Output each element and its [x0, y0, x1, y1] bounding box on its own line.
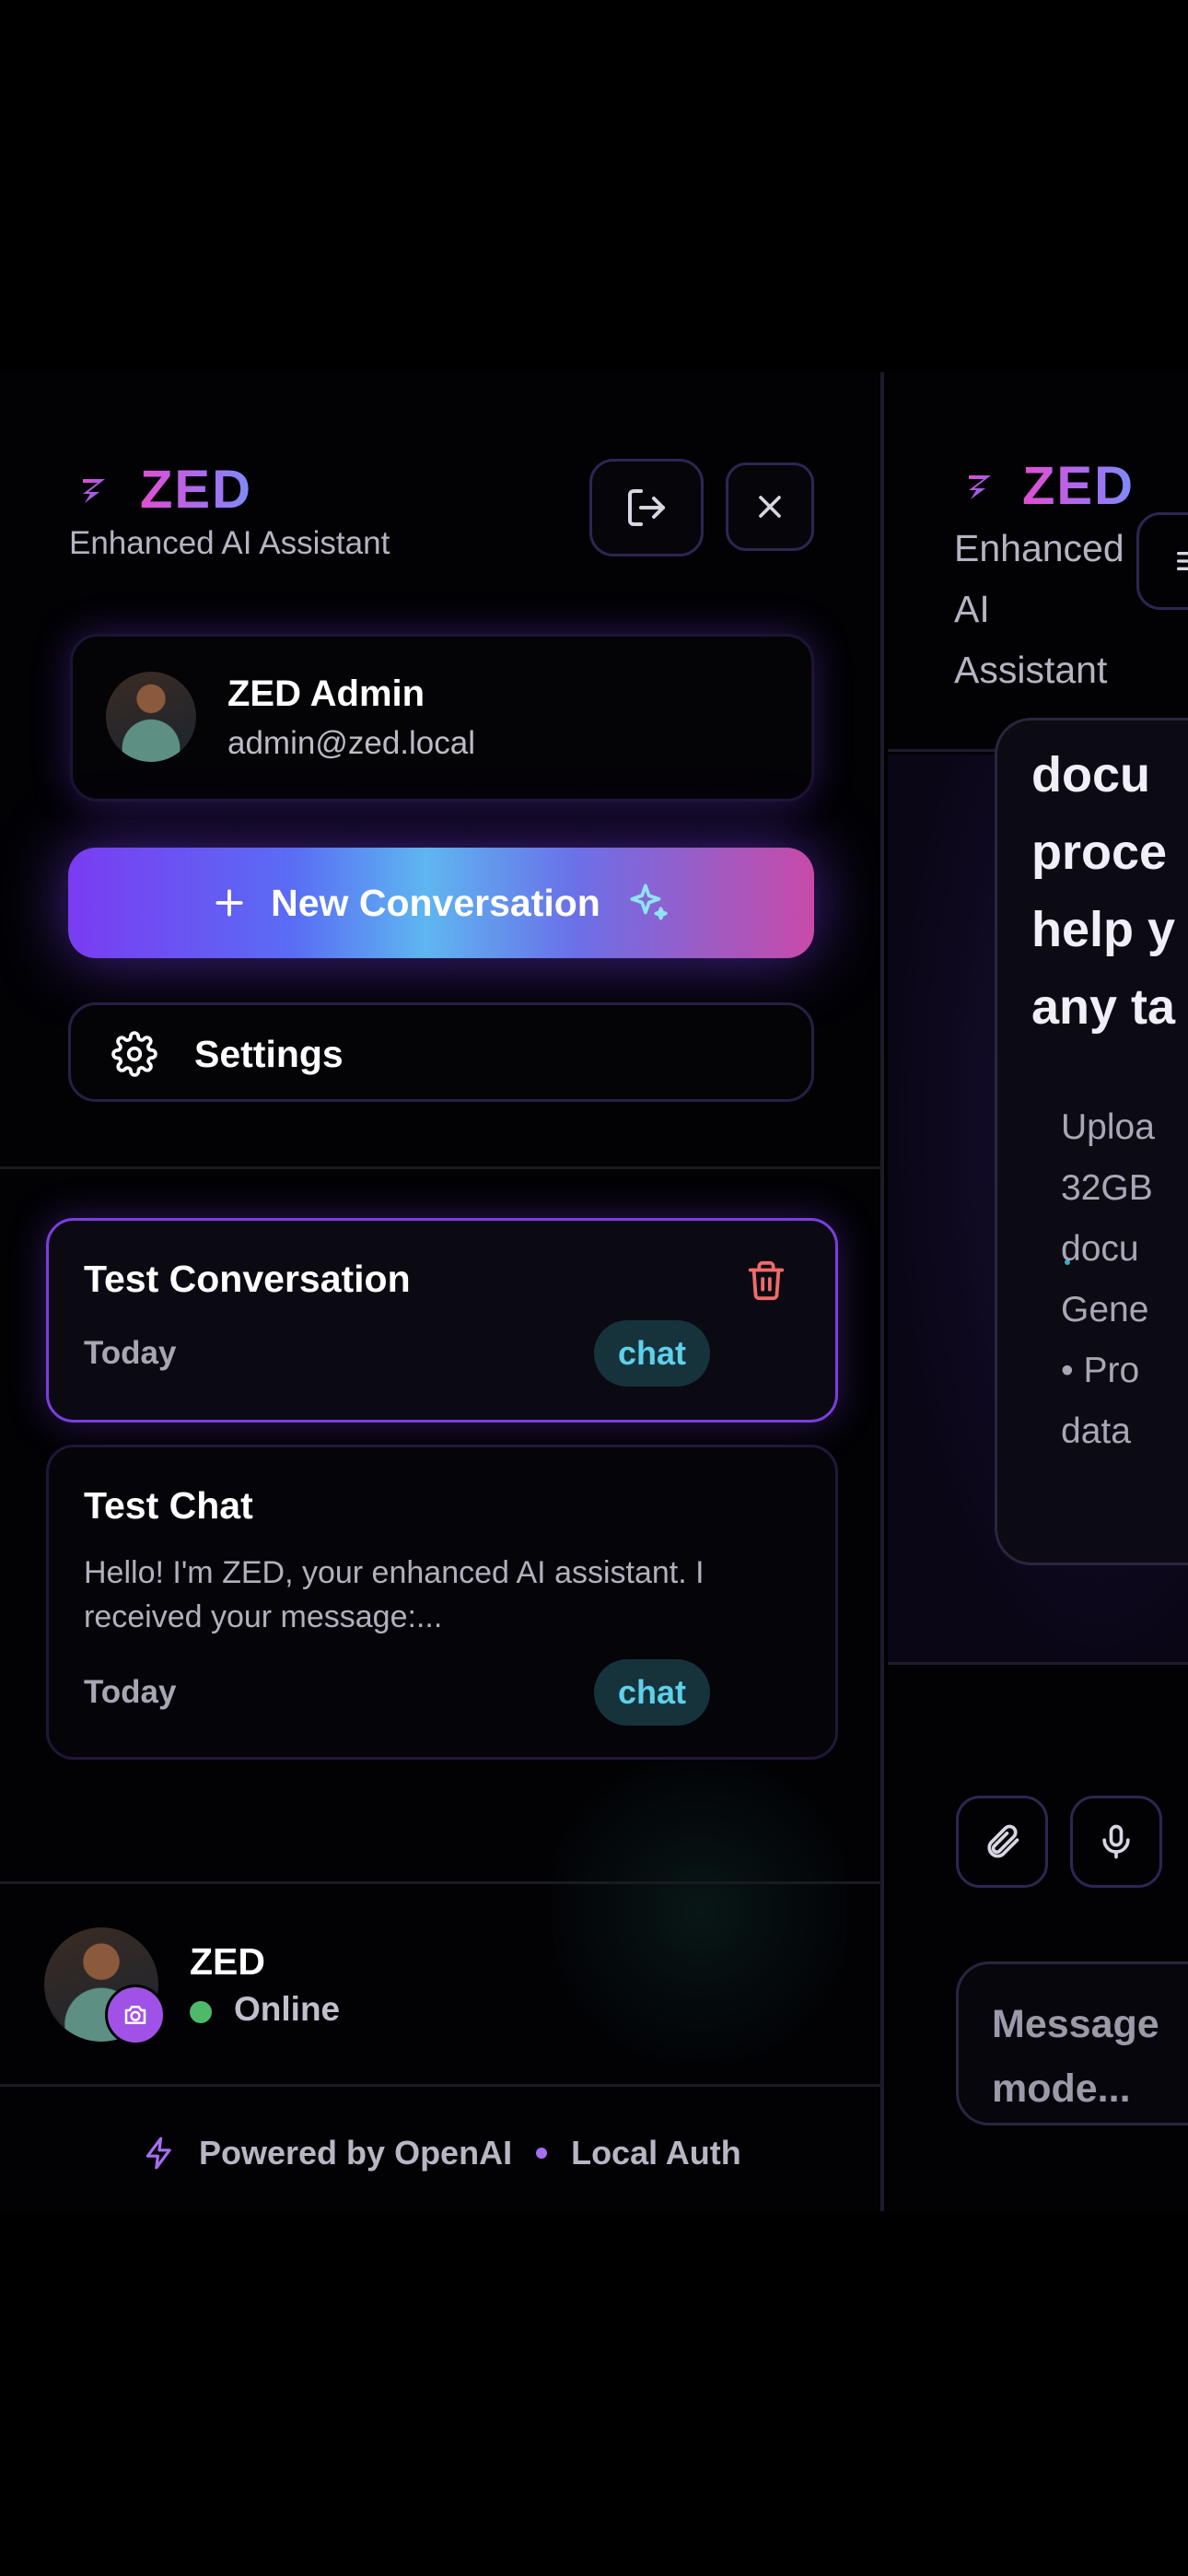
plus-icon	[215, 889, 243, 917]
sidebar-brand: ZED	[76, 459, 252, 521]
zed-logo-icon	[83, 478, 105, 503]
close-icon	[759, 496, 781, 518]
conversation-title: Test Conversation	[84, 1258, 411, 1300]
message-composer: Message mode...	[888, 1662, 1188, 2211]
conversation-tag: chat	[594, 1659, 710, 1726]
user-name: ZED Admin	[227, 673, 425, 714]
avatar	[106, 672, 196, 762]
close-sidebar-button[interactable]	[726, 463, 814, 551]
online-status-dot	[190, 2001, 212, 2023]
microphone-icon	[1102, 1824, 1130, 1859]
sidebar: ZED Enhanced AI Assistant ZED Admin admi…	[0, 372, 884, 2211]
powered-by-footer: Powered by OpenAI Local Auth	[142, 2134, 741, 2172]
divider	[0, 1881, 884, 1884]
powered-by-text: Powered by OpenAI	[199, 2134, 513, 2172]
brand-name: ZED	[1022, 456, 1135, 516]
assistant-message-details: Uploa 32GB docu Gene • Pro data	[1061, 1107, 1155, 1451]
logout-icon	[628, 489, 665, 526]
brand-subtitle: Enhanced AI Assistant	[954, 527, 1124, 691]
conversation-date: Today	[84, 1674, 177, 1710]
background-glow	[553, 1736, 847, 2086]
menu-button[interactable]	[1136, 512, 1188, 610]
chat-header: ZED Enhanced AI Assistant	[888, 372, 1188, 752]
auth-mode-text: Local Auth	[571, 2134, 741, 2172]
trash-icon[interactable]	[745, 1259, 787, 1302]
header-brand: ZED	[961, 455, 1135, 517]
assistant-message-text: docu proce help y any ta	[1031, 747, 1176, 1035]
separator-dot	[536, 2148, 548, 2159]
brand-subtitle: Enhanced AI Assistant	[69, 525, 390, 561]
menu-icon	[1177, 552, 1188, 570]
brand-name: ZED	[140, 460, 252, 520]
app-frame: ZED Enhanced AI Assistant ZED Admin admi…	[0, 369, 1188, 2211]
divider	[0, 1166, 884, 1169]
gear-icon	[111, 1031, 157, 1077]
conversation-item-test-conversation[interactable]: Test Conversation Today chat	[46, 1218, 838, 1423]
logout-button[interactable]	[589, 459, 704, 556]
camera-icon	[124, 2006, 146, 2024]
sparkles-icon	[630, 884, 668, 920]
voice-input-button[interactable]	[1070, 1796, 1162, 1888]
settings-label: Settings	[194, 1033, 344, 1075]
conversation-title: Test Chat	[84, 1484, 253, 1527]
new-conversation-button[interactable]: New Conversation	[68, 848, 814, 958]
conversation-item-test-chat[interactable]: Test Chat Hello! I'm ZED, your enhanced …	[46, 1445, 838, 1760]
zed-logo-icon	[969, 474, 991, 499]
divider	[0, 2084, 884, 2087]
new-conversation-label: New Conversation	[271, 881, 600, 924]
message-input-placeholder: Message mode...	[992, 2002, 1159, 2111]
user-profile-card[interactable]: ZED Admin admin@zed.local	[70, 634, 814, 802]
message-area: docu proce help y any ta Uploa 32GB docu…	[888, 718, 1188, 1676]
settings-button[interactable]: Settings	[68, 1002, 814, 1102]
footer-user-name: ZED	[190, 1940, 265, 1983]
chat-panel: ZED Enhanced AI Assistant docu proce hel…	[888, 372, 1188, 2211]
conversation-preview: Hello! I'm ZED, your enhanced AI assista…	[84, 1555, 705, 1634]
change-photo-button[interactable]	[105, 1985, 166, 2045]
attach-button[interactable]	[956, 1796, 1048, 1888]
bolt-icon	[146, 2137, 171, 2170]
footer-user-status: Online	[234, 1990, 341, 2028]
message-input[interactable]: Message mode...	[956, 1961, 1188, 2125]
user-email: admin@zed.local	[227, 725, 475, 761]
paperclip-icon	[987, 1824, 1019, 1858]
conversation-tag: chat	[594, 1320, 710, 1387]
conversation-date: Today	[84, 1335, 177, 1371]
